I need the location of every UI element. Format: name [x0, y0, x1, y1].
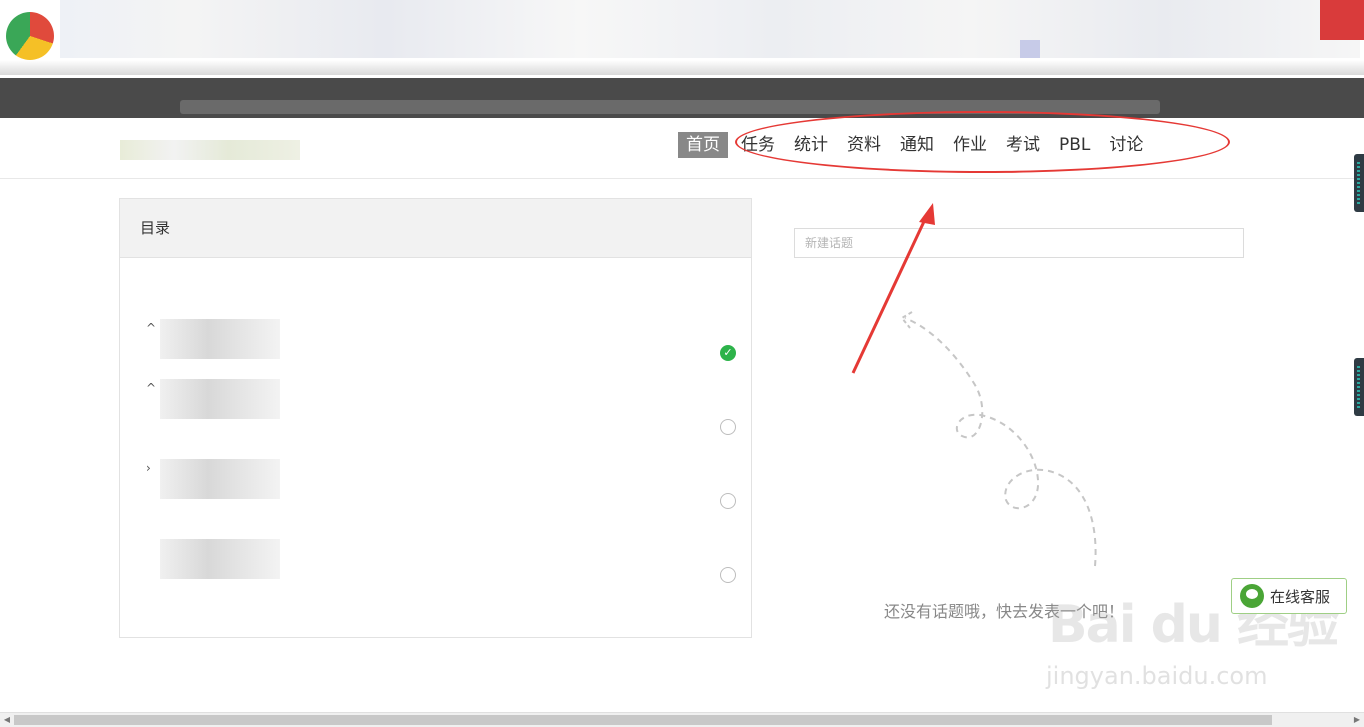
incomplete-circle-icon [720, 567, 736, 583]
chapter-item[interactable]: › [140, 459, 736, 523]
scrollbar-thumb[interactable] [14, 715, 1272, 725]
course-title [120, 140, 300, 160]
browser-logo-icon [6, 12, 54, 60]
catalog-panel: 目录 ^ ✓ ^ › [119, 198, 752, 638]
side-panel-handle[interactable] [1354, 358, 1364, 416]
dashed-arrow-illustration [900, 311, 1097, 567]
browser-address-bar [0, 78, 1364, 118]
nav-home[interactable]: 首页 [678, 132, 728, 158]
scroll-left-icon[interactable]: ◀ [2, 715, 12, 725]
chapter-item[interactable]: ^ [140, 379, 736, 443]
annotation-ellipse [735, 111, 1230, 173]
baidu-watermark-url: jingyan.baidu.com [1046, 662, 1268, 690]
incomplete-circle-icon [720, 419, 736, 435]
chevron-icon[interactable]: › [146, 461, 151, 475]
chapter-item[interactable]: ^ ✓ [140, 319, 736, 383]
browser-tab-strip [0, 0, 1364, 75]
incomplete-circle-icon [720, 493, 736, 509]
horizontal-scrollbar[interactable]: ◀ ▶ [0, 712, 1364, 727]
online-service-label: 在线客服 [1270, 587, 1331, 606]
side-panel-handle[interactable] [1354, 154, 1364, 212]
catalog-title: 目录 [120, 199, 751, 258]
headset-icon [1240, 584, 1264, 608]
online-service-button[interactable]: 在线客服 [1231, 578, 1347, 614]
completed-check-icon: ✓ [720, 345, 736, 361]
chevron-up-icon[interactable]: ^ [146, 381, 156, 395]
chevron-up-icon[interactable]: ^ [146, 321, 156, 335]
chapter-item[interactable] [140, 539, 736, 603]
scroll-right-icon[interactable]: ▶ [1352, 715, 1362, 725]
